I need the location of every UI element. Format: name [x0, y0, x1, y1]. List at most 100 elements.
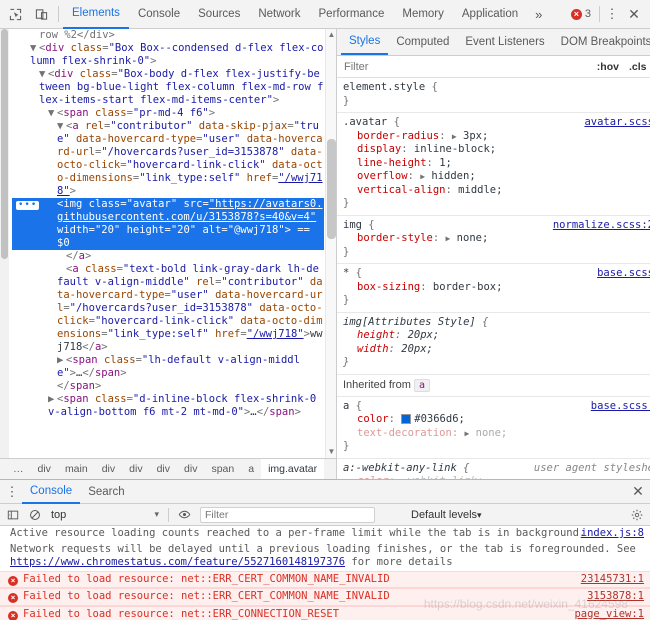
css-declaration[interactable]: vertical-align: middle;: [343, 184, 650, 198]
css-property-value[interactable]: border-box;: [433, 281, 503, 293]
css-property-value[interactable]: inline-block;: [414, 143, 496, 155]
breadcrumb-item[interactable]: div: [122, 459, 149, 479]
css-declaration[interactable]: border-radius: ▶ 3px;: [343, 130, 650, 144]
css-property-name[interactable]: width: [343, 343, 389, 357]
css-property-value[interactable]: middle;: [458, 184, 502, 196]
close-devtools-icon[interactable]: ✕: [622, 2, 646, 26]
hov-states-button[interactable]: :hov: [592, 61, 624, 73]
dom-tree-scroll-area[interactable]: ▲ ▼ row %2</div> ▼ <div class="Box Box--co…: [0, 29, 336, 458]
tab-styles[interactable]: Styles: [341, 29, 389, 55]
css-rule[interactable]: avatar.scss:6.avatar {border-radius: ▶ 3…: [337, 113, 650, 216]
more-panels-icon[interactable]: »: [527, 0, 550, 29]
css-rule[interactable]: base.scss:3* {box-sizing: border-box;}: [337, 264, 650, 313]
css-declaration[interactable]: box-sizing: border-box;: [343, 281, 650, 295]
css-selector[interactable]: img[Attributes Style] {: [343, 316, 650, 330]
css-property-value[interactable]: 1;: [439, 157, 452, 169]
console-inline-link[interactable]: https://www.chromestatus.com/feature/552…: [10, 556, 345, 568]
css-rule[interactable]: base.scss:24a {color: #0366d6;text-decor…: [337, 397, 650, 459]
styles-filter-input[interactable]: [342, 55, 592, 78]
css-property-name[interactable]: line-height: [343, 157, 427, 171]
console-error-message[interactable]: × Failed to load resource: net::ERR_CONNE…: [0, 605, 650, 620]
close-drawer-icon[interactable]: ✕: [626, 480, 650, 504]
css-property-name[interactable]: color: [343, 413, 389, 427]
dom-tree-node[interactable]: </span>: [12, 380, 324, 393]
dom-tree[interactable]: row %2</div> ▼ <div class="Box Box--conden…: [0, 29, 336, 419]
breadcrumb-item[interactable]: …: [6, 459, 31, 479]
css-declaration[interactable]: line-height: 1;: [343, 157, 650, 171]
console-message-source-link[interactable]: 3153878:1: [587, 590, 644, 604]
tab-network[interactable]: Network: [249, 0, 309, 29]
breadcrumb-item[interactable]: main: [58, 459, 95, 479]
tab-event-listeners[interactable]: Event Listeners: [457, 29, 552, 55]
dom-tree-node[interactable]: ▼ <a rel="contributor" data-skip-pjax="tr…: [12, 120, 324, 198]
css-property-name[interactable]: display: [343, 143, 401, 157]
expand-triangle-icon[interactable]: ▼: [30, 42, 39, 55]
tab-application[interactable]: Application: [453, 0, 527, 29]
tab-dom-breakpoints[interactable]: DOM Breakpoints: [553, 29, 650, 55]
expand-value-icon[interactable]: ▶: [452, 132, 457, 141]
tab-performance[interactable]: Performance: [310, 0, 394, 29]
dom-tree-node[interactable]: ▼ <div class="Box-body d-flex flex-justif…: [12, 68, 324, 107]
css-selector[interactable]: element.style {: [343, 81, 650, 95]
breadcrumb-item[interactable]: a: [241, 459, 261, 479]
devtools-menu-icon[interactable]: ⋮: [602, 2, 622, 26]
scroll-down-arrow-icon[interactable]: ▼: [326, 446, 336, 458]
css-declaration[interactable]: color: #0366d6;: [343, 413, 650, 427]
css-property-name[interactable]: text-decoration: [343, 427, 452, 441]
expand-value-icon[interactable]: ▶: [420, 172, 425, 181]
css-property-name[interactable]: color: [343, 475, 389, 479]
tab-elements[interactable]: Elements: [63, 0, 129, 29]
breadcrumb-item[interactable]: div: [31, 459, 58, 479]
css-declaration[interactable]: border-style: ▶ none;: [343, 232, 650, 246]
console-message-source-link[interactable]: page_view:1: [574, 608, 644, 620]
expand-value-icon[interactable]: ▶: [464, 429, 469, 438]
console-filter-input[interactable]: [200, 506, 375, 523]
expand-triangle-icon[interactable]: ▼: [39, 68, 48, 81]
expand-triangle-icon[interactable]: ▶: [48, 393, 57, 406]
expand-triangle-icon[interactable]: ▼: [48, 107, 57, 120]
console-sidebar-icon[interactable]: [3, 505, 23, 525]
css-property-name[interactable]: border-style: [343, 232, 433, 246]
dom-tree-node[interactable]: </a>: [12, 250, 324, 263]
css-declaration[interactable]: color: -webkit-link;: [343, 475, 650, 479]
css-property-value[interactable]: none;: [476, 427, 508, 439]
tab-console[interactable]: Console: [129, 0, 189, 29]
console-message-list[interactable]: Active resource loading counts reached t…: [0, 526, 650, 620]
css-property-value[interactable]: none;: [457, 232, 489, 244]
tab-computed[interactable]: Computed: [388, 29, 457, 55]
expand-value-icon[interactable]: ▶: [446, 234, 451, 243]
console-info-message[interactable]: Network requests will be delayed until a…: [0, 542, 650, 571]
tab-sources[interactable]: Sources: [189, 0, 249, 29]
console-log-levels-selector[interactable]: Default levels▾: [411, 509, 482, 521]
live-expression-icon[interactable]: [174, 505, 194, 525]
css-declaration[interactable]: display: inline-block;: [343, 143, 650, 157]
css-declaration[interactable]: height: 20px;: [343, 329, 650, 343]
tab-memory[interactable]: Memory: [393, 0, 453, 29]
css-property-value[interactable]: hidden;: [431, 170, 475, 182]
css-property-name[interactable]: box-sizing: [343, 281, 420, 295]
breadcrumb-item[interactable]: div: [177, 459, 204, 479]
console-settings-gear-icon[interactable]: [627, 505, 647, 525]
inspect-cursor-icon[interactable]: [2, 2, 28, 26]
css-property-value[interactable]: -webkit-link;: [401, 475, 483, 479]
css-declaration[interactable]: width: 20px;: [343, 343, 650, 357]
drawer-menu-icon[interactable]: ⋮: [2, 480, 22, 504]
css-property-name[interactable]: vertical-align: [343, 184, 446, 198]
css-rule[interactable]: normalize.scss:205img {border-style: ▶ n…: [337, 216, 650, 264]
css-property-name[interactable]: height: [343, 329, 395, 343]
css-rule-source-link[interactable]: base.scss:24: [591, 400, 650, 414]
force-element-state-badge[interactable]: •••: [16, 201, 40, 210]
css-declaration[interactable]: overflow: ▶ hidden;: [343, 170, 650, 184]
css-property-value[interactable]: 3px;: [463, 130, 488, 142]
expand-triangle-icon[interactable]: ▼: [57, 120, 66, 133]
dom-tree-node[interactable]: <a class="text-bold link-gray-dark lh-de…: [12, 263, 324, 354]
error-count-badge[interactable]: × 3: [565, 8, 597, 20]
clear-console-icon[interactable]: [25, 505, 45, 525]
expand-triangle-icon[interactable]: ▶: [57, 354, 66, 367]
styles-rules-list[interactable]: element.style {}avatar.scss:6.avatar {bo…: [337, 78, 650, 479]
element-classes-button[interactable]: .cls: [624, 61, 650, 73]
console-error-message[interactable]: × Failed to load resource: net::ERR_CERT_…: [0, 588, 650, 606]
css-rule[interactable]: element.style {}: [337, 78, 650, 113]
dom-tree-node-selected[interactable]: ••• <img class="avatar" src="https://avat…: [12, 198, 324, 250]
css-rule[interactable]: user agent stylesheeta:-webkit-any-link …: [337, 459, 650, 480]
